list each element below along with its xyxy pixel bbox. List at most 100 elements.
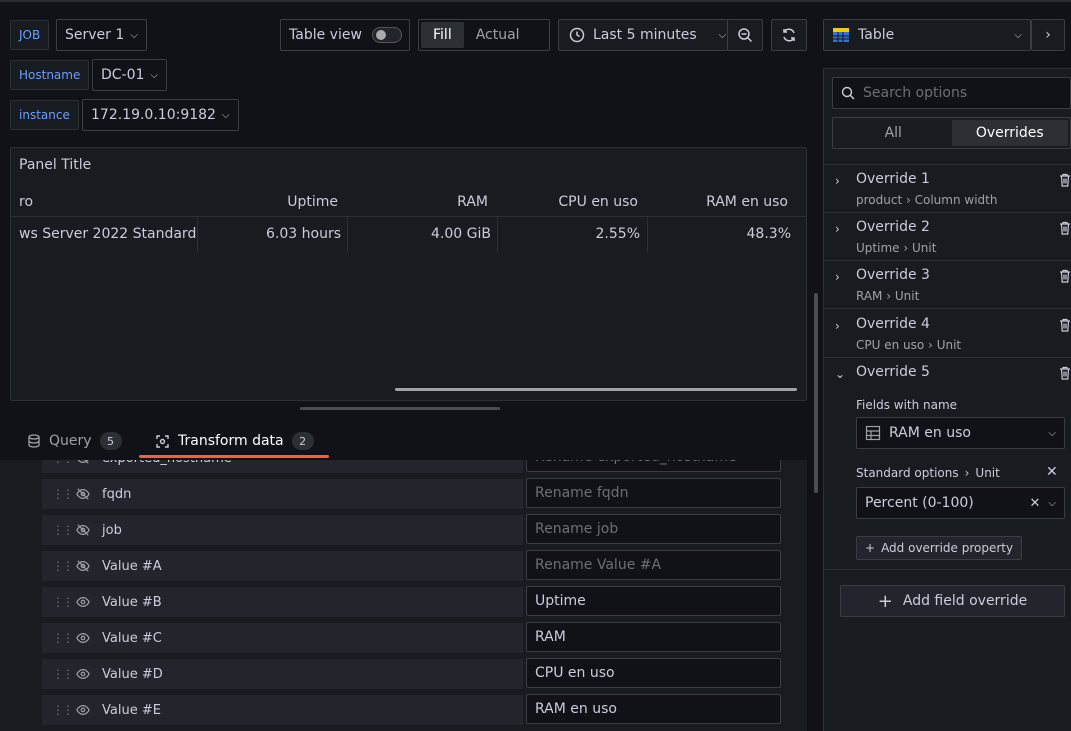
clear-icon[interactable]: ✕ xyxy=(1030,496,1041,511)
override-item[interactable]: › Override 4 CPU en uso › Unit xyxy=(823,310,1071,358)
trash-icon[interactable] xyxy=(1059,173,1071,191)
clock-icon xyxy=(569,27,585,43)
hostname-variable-value: DC-01 xyxy=(101,67,145,83)
drag-handle-icon[interactable]: ⋮⋮ xyxy=(52,703,74,717)
refresh-icon xyxy=(783,28,795,42)
fill-option[interactable]: Fill xyxy=(421,22,464,48)
segment-all[interactable]: All xyxy=(835,120,952,146)
override-field: CPU en uso xyxy=(856,338,925,352)
options-filter-segment[interactable]: All Overrides xyxy=(832,117,1071,149)
field-name: Value #A xyxy=(102,558,162,574)
table-cell: ws Server 2022 Standard xyxy=(19,226,197,242)
tab-query[interactable]: Query 5 xyxy=(27,428,122,454)
cell-divider xyxy=(197,217,198,253)
transform-row: ⋮⋮ Value #B xyxy=(42,587,523,617)
drag-handle-icon[interactable]: ⋮⋮ xyxy=(52,595,74,609)
table-header-cell[interactable]: ro xyxy=(19,194,33,210)
drag-handle-icon[interactable]: ⋮⋮ xyxy=(52,487,74,501)
eye-slash-icon[interactable] xyxy=(74,523,92,537)
chevron-right-icon: › xyxy=(1045,27,1051,43)
search-options-input[interactable]: Search options xyxy=(832,77,1071,109)
trash-icon[interactable] xyxy=(1059,221,1071,239)
rename-field-input[interactable]: Rename exported_hostname xyxy=(526,460,781,472)
table-header-cell[interactable]: RAM en uso xyxy=(661,194,788,210)
chevron-down-icon: ⌵ xyxy=(150,69,159,81)
unit-select[interactable]: Percent (0-100) ✕ ⌵ xyxy=(856,487,1065,519)
chevron-down-icon[interactable]: ⌄ xyxy=(835,367,845,381)
chevron-right-icon: › xyxy=(905,193,911,207)
rename-field-input[interactable]: Rename Value #A xyxy=(526,550,781,580)
eye-icon[interactable] xyxy=(74,667,92,681)
override-title: Override 2 xyxy=(856,219,930,235)
override-item[interactable]: › Override 1 product › Column width xyxy=(823,165,1071,213)
add-field-override-label: Add field override xyxy=(902,593,1028,609)
vertical-scrollbar[interactable] xyxy=(814,293,818,493)
trash-icon[interactable] xyxy=(1059,318,1071,336)
table-header-cell[interactable]: RAM xyxy=(391,194,488,210)
hostname-variable-select[interactable]: DC-01 ⌵ xyxy=(92,59,168,91)
segment-overrides[interactable]: Overrides xyxy=(951,120,1068,146)
rename-field-input[interactable]: Rename job xyxy=(526,514,781,544)
override-property: Unit xyxy=(936,338,962,352)
drag-handle-icon[interactable]: ⋮⋮ xyxy=(52,559,74,573)
zoom-out-icon xyxy=(738,28,753,43)
actual-option[interactable]: Actual xyxy=(464,22,532,48)
remove-property-close-icon[interactable]: ✕ xyxy=(1046,464,1058,480)
chevron-down-icon: ⌵ xyxy=(130,29,138,41)
trash-icon[interactable] xyxy=(1059,366,1071,384)
rename-field-input[interactable]: Rename fqdn xyxy=(526,478,781,508)
drag-handle-icon[interactable]: ⋮⋮ xyxy=(52,523,74,537)
chevron-right-icon[interactable]: › xyxy=(835,222,840,236)
rename-field-input[interactable]: RAM en uso xyxy=(526,694,781,724)
add-field-override-button[interactable]: + Add field override xyxy=(840,585,1065,617)
tab-transform-label: Transform data xyxy=(178,433,284,449)
tab-transform-data[interactable]: Transform data 2 xyxy=(155,428,314,454)
fill-actual-radio[interactable]: Fill Actual xyxy=(418,19,550,51)
rename-field-input[interactable]: CPU en uso xyxy=(526,658,781,688)
drag-handle-icon[interactable]: ⋮⋮ xyxy=(52,631,74,645)
visualization-picker[interactable]: Table ⌵ xyxy=(823,19,1031,51)
table-header-cell[interactable]: CPU en uso xyxy=(511,194,638,210)
transform-icon xyxy=(156,434,169,448)
trash-icon[interactable] xyxy=(1059,269,1071,287)
time-range-picker[interactable]: Last 5 minutes ⌵ xyxy=(558,19,728,51)
override-item[interactable]: › Override 2 Uptime › Unit xyxy=(823,213,1071,261)
eye-slash-icon[interactable] xyxy=(74,559,92,573)
chevron-down-icon: ⌵ xyxy=(1048,427,1056,439)
chevron-right-icon[interactable]: › xyxy=(835,270,840,284)
horizontal-scrollbar[interactable] xyxy=(395,388,797,391)
rename-field-input[interactable]: RAM xyxy=(526,622,781,652)
eye-slash-icon[interactable] xyxy=(74,487,92,501)
toggle-switch[interactable] xyxy=(371,27,402,43)
job-variable-select[interactable]: Server 1 ⌵ xyxy=(56,19,147,51)
eye-icon[interactable] xyxy=(74,631,92,645)
zoom-out-button[interactable] xyxy=(727,19,763,51)
rename-field-input[interactable]: Uptime xyxy=(526,586,781,616)
visualization-label: Table xyxy=(858,27,895,43)
override-field: Uptime xyxy=(856,241,900,255)
table-header-cell[interactable]: Uptime xyxy=(241,194,338,210)
eye-icon[interactable] xyxy=(74,703,92,717)
chevron-right-icon[interactable]: › xyxy=(835,319,840,333)
panel-title[interactable]: Panel Title xyxy=(19,157,91,173)
table-view-toggle[interactable]: Table view xyxy=(280,19,410,51)
chevron-right-icon: › xyxy=(886,289,892,303)
refresh-button[interactable] xyxy=(771,19,807,51)
drag-handle-icon[interactable]: ⋮⋮ xyxy=(52,460,74,465)
toggle-options-pane-button[interactable]: › xyxy=(1031,19,1065,51)
field-name: Value #E xyxy=(102,702,161,718)
override-item[interactable]: › Override 3 RAM › Unit xyxy=(823,261,1071,309)
add-override-property-button[interactable]: + Add override property xyxy=(856,536,1023,560)
pane-splitter[interactable] xyxy=(300,407,500,410)
drag-handle-icon[interactable]: ⋮⋮ xyxy=(52,667,74,681)
transform-row: ⋮⋮ job xyxy=(42,515,523,545)
field-name: job xyxy=(102,522,122,538)
hostname-variable-label: Hostname xyxy=(10,60,90,90)
fields-with-name-select[interactable]: RAM en uso ⌵ xyxy=(856,417,1065,449)
add-override-property-label: Add override property xyxy=(881,541,1014,555)
eye-icon[interactable] xyxy=(74,595,92,609)
eye-slash-icon[interactable] xyxy=(74,460,92,465)
panel: Panel Title ro Uptime RAM CPU en uso RAM… xyxy=(10,147,807,401)
instance-variable-select[interactable]: 172.19.0.10:9182 ⌵ xyxy=(82,99,239,131)
chevron-right-icon[interactable]: › xyxy=(835,174,840,188)
